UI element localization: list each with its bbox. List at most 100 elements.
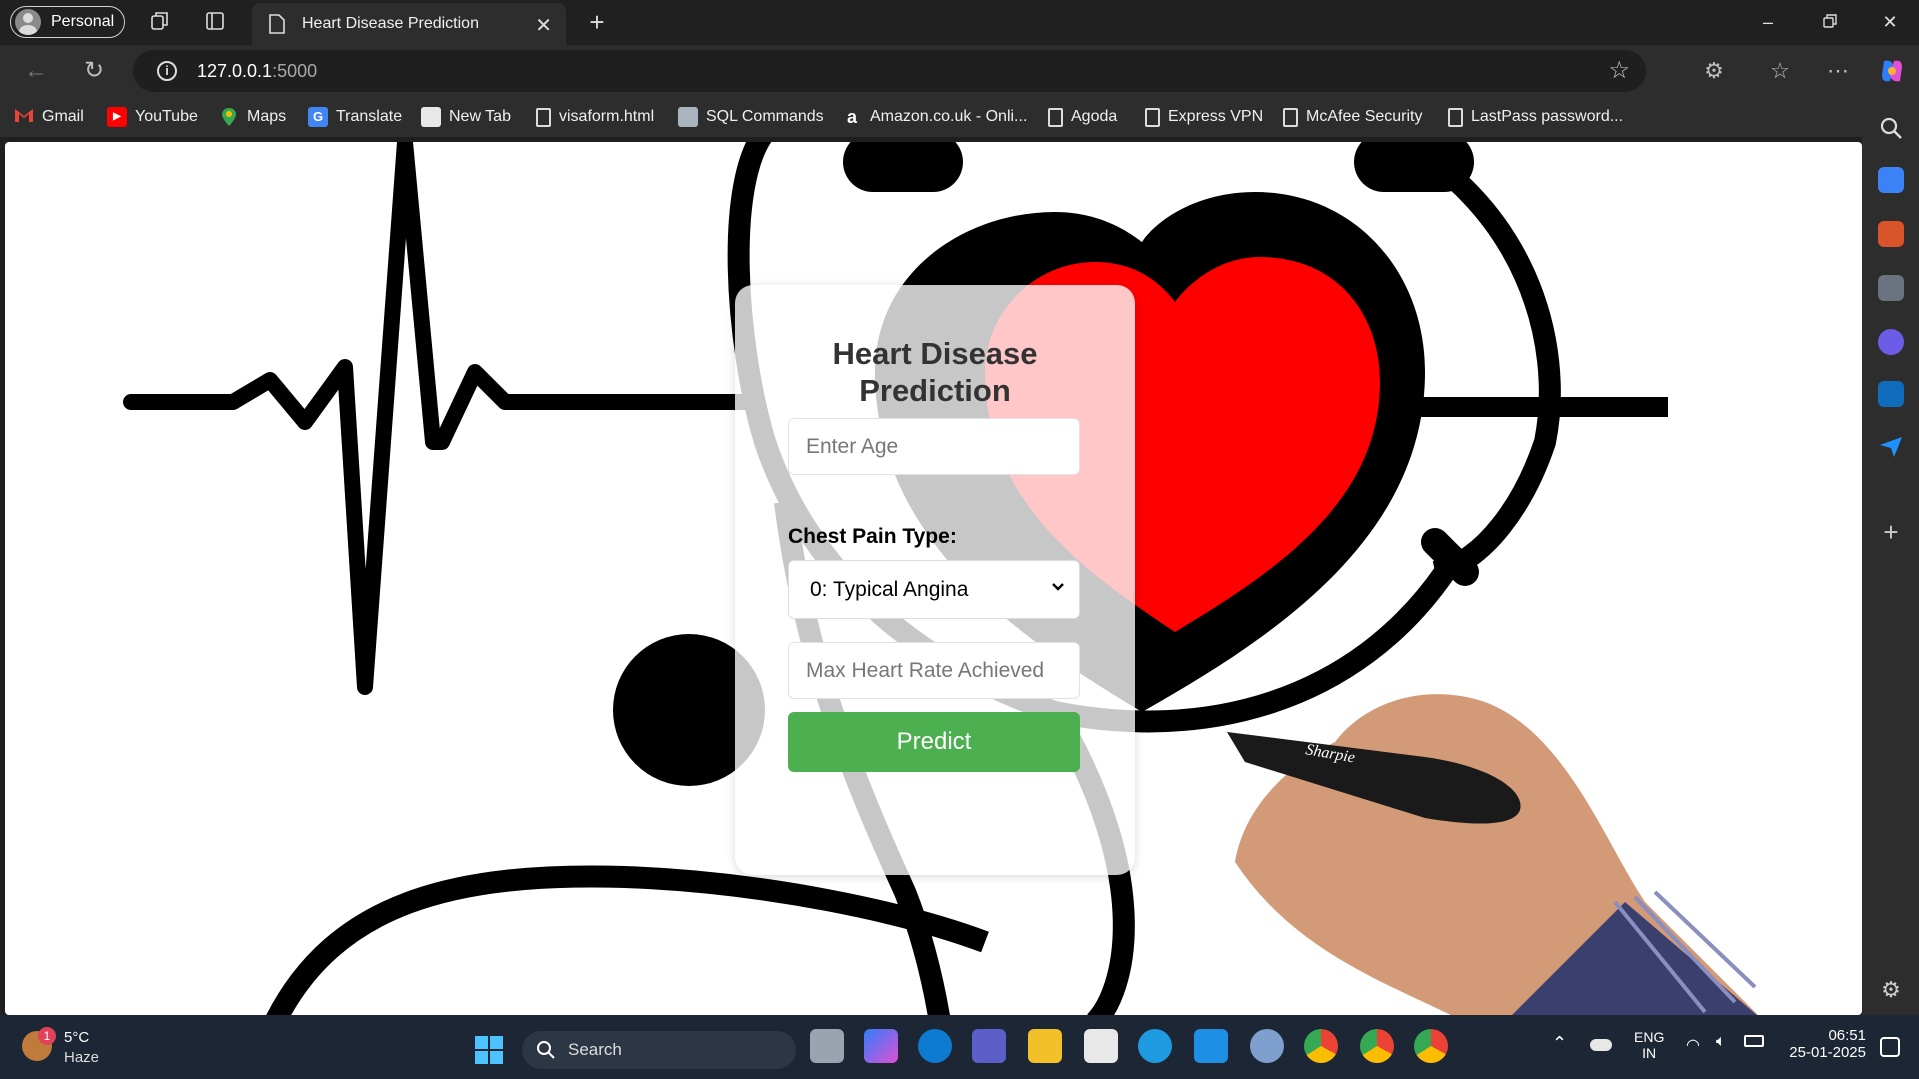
lang-region: IN	[1642, 1045, 1657, 1061]
new-tab-icon[interactable]: +	[585, 9, 609, 35]
search-icon[interactable]	[1878, 115, 1904, 141]
notifications-icon[interactable]	[1880, 1037, 1900, 1057]
add-icon[interactable]: +	[1878, 519, 1904, 545]
onedrive-icon[interactable]	[1590, 1039, 1612, 1051]
bookmark-mcafee[interactable]: McAfee Security	[1283, 105, 1422, 129]
browser-title-bar: Personal Heart Disease Prediction ✕ + – …	[0, 0, 1919, 45]
send-icon[interactable]	[1878, 433, 1904, 459]
bookmark-label: Amazon.co.uk - Onli...	[870, 108, 1028, 125]
prediction-form-card: Heart Disease Prediction Enter Age Chest…	[735, 285, 1135, 875]
vscode-icon[interactable]	[1194, 1029, 1228, 1063]
gmail-icon	[14, 107, 34, 127]
bookmark-agoda[interactable]: Agoda	[1048, 105, 1117, 129]
windows-start-icon[interactable]	[474, 1035, 504, 1065]
minimize-icon[interactable]: –	[1754, 8, 1782, 36]
language-indicator[interactable]: ENG IN	[1634, 1029, 1664, 1061]
edge-icon[interactable]	[918, 1029, 952, 1063]
bookmark-label: visaform.html	[559, 108, 655, 125]
bookmark-new-tab[interactable]: New Tab	[421, 105, 511, 129]
bookmark-visaform[interactable]: visaform.html	[536, 105, 654, 129]
taskbar: 1 5°C Haze Search ⌃ ENG IN ◠ 🔈︎ 06:51 25…	[0, 1015, 1919, 1079]
bookmark-label: Express VPN	[1168, 108, 1264, 125]
r-icon[interactable]	[1250, 1029, 1284, 1063]
copilot-app-icon[interactable]	[864, 1029, 898, 1063]
microsoft-store-icon[interactable]	[1084, 1029, 1118, 1063]
games-icon[interactable]	[1878, 275, 1904, 301]
bookmark-youtube[interactable]: ▶ YouTube	[107, 105, 198, 129]
browser-sidebar: + ⚙	[1862, 97, 1919, 1015]
url-port: :5000	[272, 60, 318, 81]
chevron-down-icon	[1051, 579, 1065, 597]
close-window-icon[interactable]: ✕	[1876, 8, 1904, 36]
translate-icon: G	[308, 107, 328, 127]
chrome-profile2-icon[interactable]	[1360, 1029, 1394, 1063]
settings-gear-icon[interactable]: ⚙	[1878, 977, 1904, 1003]
tab-heart-disease[interactable]: Heart Disease Prediction ✕	[252, 3, 566, 45]
restore-icon[interactable]	[1816, 8, 1844, 36]
profile-button[interactable]: Personal	[10, 6, 125, 38]
chest-pain-selected: 0: Typical Angina	[810, 577, 969, 601]
file-explorer-icon[interactable]	[1028, 1029, 1062, 1063]
teams-icon[interactable]	[972, 1029, 1006, 1063]
more-options-icon[interactable]: ⋯	[1824, 57, 1852, 85]
chrome-profile3-icon[interactable]	[1414, 1029, 1448, 1063]
bookmark-amazon[interactable]: a Amazon.co.uk - Onli...	[842, 105, 1027, 129]
chest-pain-select[interactable]: 0: Typical Angina	[788, 560, 1080, 619]
wifi-icon[interactable]: ◠	[1686, 1035, 1700, 1055]
page-icon	[269, 14, 285, 34]
chrome-icon[interactable]	[1304, 1029, 1338, 1063]
favorite-star-icon[interactable]: ☆	[1608, 56, 1630, 85]
outlook-icon[interactable]	[1878, 381, 1904, 407]
extensions-icon[interactable]: ⚙	[1700, 57, 1728, 85]
clock[interactable]: 06:51 25-01-2025	[1784, 1027, 1866, 1061]
lang-code: ENG	[1634, 1029, 1665, 1045]
chest-pain-label: Chest Pain Type:	[788, 525, 957, 548]
bookmark-maps[interactable]: Maps	[219, 105, 286, 129]
address-toolbar: ← ↻ i 127.0.0.1:5000 ☆ ⚙ ☆ ⋯	[0, 45, 1919, 97]
tab-actions-icon[interactable]	[203, 10, 227, 34]
copilot-icon[interactable]	[1878, 57, 1906, 85]
site-info-icon[interactable]: i	[157, 61, 177, 81]
amazon-icon: a	[846, 107, 857, 127]
favorites-icon[interactable]: ☆	[1766, 57, 1794, 85]
volume-icon[interactable]: 🔈︎	[1716, 1033, 1726, 1051]
tools-icon[interactable]	[1878, 221, 1904, 247]
bookmark-express-vpn[interactable]: Express VPN	[1145, 105, 1263, 129]
weather-desc: Haze	[64, 1049, 100, 1066]
age-input[interactable]: Enter Age	[788, 418, 1080, 475]
bookmark-lastpass[interactable]: LastPass password...	[1448, 105, 1623, 129]
bookmark-label: New Tab	[449, 108, 511, 125]
help-icon[interactable]	[1138, 1029, 1172, 1063]
url-host: 127.0.0.1	[197, 60, 273, 81]
page-icon	[1283, 107, 1298, 127]
bookmark-sql[interactable]: SQL Commands	[678, 105, 824, 129]
sql-icon	[678, 107, 698, 127]
weather-badge: 1	[38, 1027, 56, 1045]
address-bar[interactable]: i 127.0.0.1:5000 ☆	[133, 50, 1646, 92]
bookmark-translate[interactable]: G Translate	[308, 105, 402, 129]
battery-icon[interactable]	[1744, 1035, 1764, 1047]
search-icon	[537, 1041, 555, 1059]
page-content: Sharpie Heart Disease Prediction Enter A…	[5, 142, 1862, 1015]
bookmark-label: SQL Commands	[706, 108, 824, 125]
predict-button[interactable]: Predict	[788, 712, 1080, 772]
page-icon	[1048, 107, 1063, 127]
bookmark-gmail[interactable]: Gmail	[14, 105, 84, 129]
back-icon[interactable]: ←	[22, 57, 50, 85]
form-title: Heart Disease Prediction	[832, 336, 1038, 408]
bookmark-label: LastPass password...	[1471, 108, 1624, 125]
max-heart-rate-input[interactable]: Max Heart Rate Achieved	[788, 642, 1080, 699]
bookmark-label: Maps	[247, 108, 287, 125]
copilot-sidebar-icon[interactable]	[1878, 329, 1904, 355]
workspaces-icon[interactable]	[148, 10, 172, 34]
new-tab-icon	[421, 107, 441, 127]
bookmark-label: McAfee Security	[1306, 108, 1423, 125]
refresh-icon[interactable]: ↻	[80, 57, 108, 85]
shopping-tag-icon[interactable]	[1878, 167, 1904, 193]
taskbar-search[interactable]: Search	[522, 1031, 796, 1069]
task-view-icon[interactable]	[810, 1029, 844, 1063]
close-tab-icon[interactable]: ✕	[535, 13, 552, 38]
maps-icon	[219, 107, 239, 127]
bookmark-label: Translate	[336, 108, 403, 125]
chevron-up-icon[interactable]: ⌃	[1552, 1033, 1567, 1054]
